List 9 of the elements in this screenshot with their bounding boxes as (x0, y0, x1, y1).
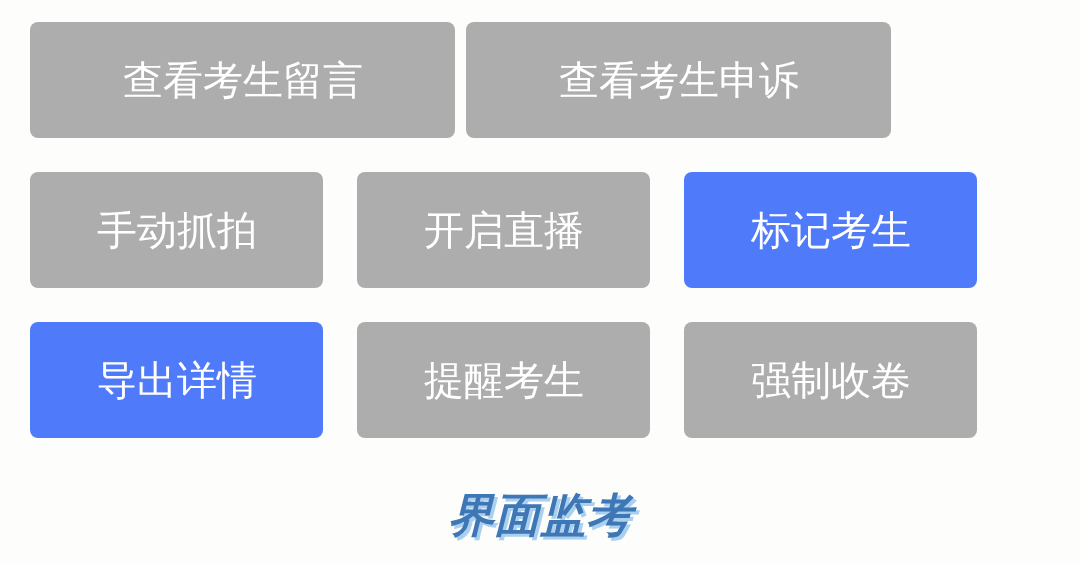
action-button[interactable]: 查看考生留言 (30, 22, 455, 138)
action-button[interactable]: 导出详情 (30, 322, 323, 438)
action-button[interactable]: 手动抓拍 (30, 172, 323, 288)
action-button[interactable]: 查看考生申诉 (466, 22, 891, 138)
caption-title: 界面监考 (438, 482, 642, 552)
action-button[interactable]: 标记考生 (684, 172, 977, 288)
action-button[interactable]: 提醒考生 (357, 322, 650, 438)
action-button[interactable]: 开启直播 (357, 172, 650, 288)
action-button[interactable]: 强制收卷 (684, 322, 977, 438)
